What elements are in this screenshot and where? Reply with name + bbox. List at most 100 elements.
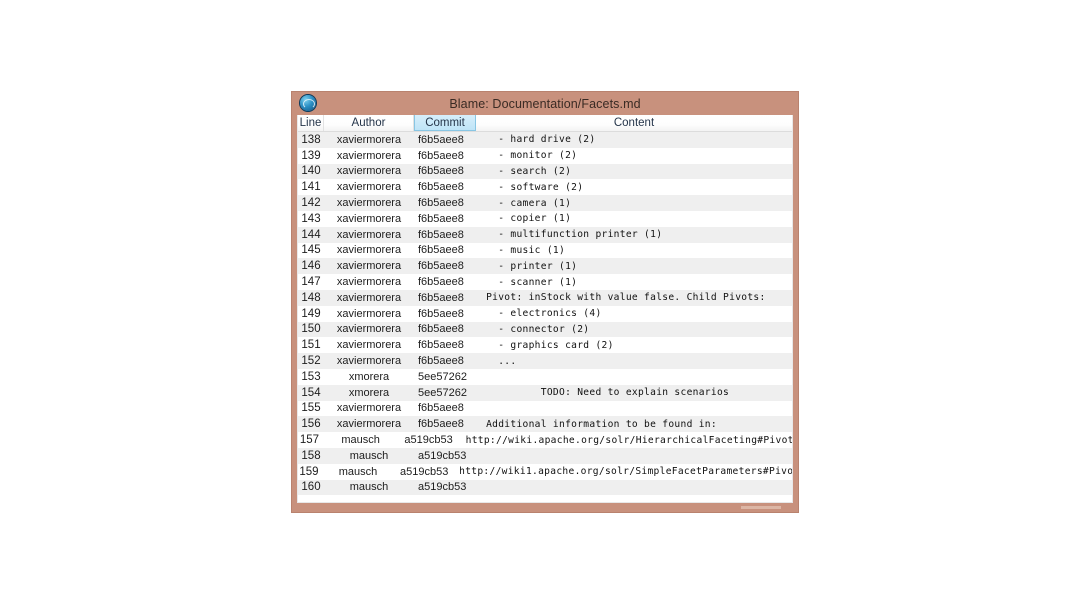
cell-commit: f6b5aee8: [414, 290, 476, 306]
table-row[interactable]: 160mauscha519cb53: [298, 480, 792, 496]
resize-grip[interactable]: [741, 506, 781, 509]
blame-table-container: Line Author Commit Content 138xaviermore…: [297, 115, 793, 503]
table-row[interactable]: 146xaviermoreraf6b5aee8 - printer (1): [298, 258, 792, 274]
column-header-line[interactable]: Line: [298, 115, 324, 131]
cell-commit: a519cb53: [414, 480, 476, 496]
cell-line: 160: [298, 480, 324, 496]
table-row[interactable]: 143xaviermoreraf6b5aee8 - copier (1): [298, 211, 792, 227]
cell-line: 151: [298, 337, 324, 353]
table-row[interactable]: 157mauscha519cb53 http://wiki.apache.org…: [298, 432, 792, 448]
table-row[interactable]: 154xmorera5ee57262 TODO: Need to explain…: [298, 385, 792, 401]
cell-content: - software (2): [476, 179, 792, 195]
table-row[interactable]: 139xaviermoreraf6b5aee8 - monitor (2): [298, 148, 792, 164]
cell-content: - scanner (1): [476, 274, 792, 290]
table-row[interactable]: 141xaviermoreraf6b5aee8 - software (2): [298, 179, 792, 195]
cell-line: 150: [298, 322, 324, 338]
screen-canvas: Blame: Documentation/Facets.md Line Auth…: [0, 0, 1068, 600]
cell-content: - monitor (2): [476, 148, 792, 164]
cell-content: [476, 448, 792, 464]
column-header-content[interactable]: Content: [476, 115, 792, 131]
table-row[interactable]: 144xaviermoreraf6b5aee8 - multifunction …: [298, 227, 792, 243]
cell-author: mausch: [324, 480, 414, 496]
cell-line: 146: [298, 258, 324, 274]
cell-line: 139: [298, 148, 324, 164]
cell-commit: f6b5aee8: [414, 243, 476, 259]
table-row[interactable]: 155xaviermoreraf6b5aee8: [298, 401, 792, 417]
table-row[interactable]: 140xaviermoreraf6b5aee8 - search (2): [298, 164, 792, 180]
cell-line: 154: [298, 385, 324, 401]
cell-commit: f6b5aee8: [414, 179, 476, 195]
cell-content: - connector (2): [476, 322, 792, 338]
cell-content: - graphics card (2): [476, 337, 792, 353]
cell-content: ...: [476, 353, 792, 369]
cell-author: xaviermorera: [324, 148, 414, 164]
cell-commit: f6b5aee8: [414, 164, 476, 180]
table-row[interactable]: 149xaviermoreraf6b5aee8 - electronics (4…: [298, 306, 792, 322]
cell-commit: f6b5aee8: [414, 148, 476, 164]
cell-line: 144: [298, 227, 324, 243]
cell-content: http://wiki.apache.org/solr/Hierarchical…: [456, 432, 792, 448]
cell-commit: f6b5aee8: [414, 211, 476, 227]
table-row[interactable]: 151xaviermoreraf6b5aee8 - graphics card …: [298, 337, 792, 353]
table-row[interactable]: 153xmorera5ee57262: [298, 369, 792, 385]
cell-commit: f6b5aee8: [414, 195, 476, 211]
cell-author: xaviermorera: [324, 227, 414, 243]
cell-content: [476, 401, 792, 417]
table-row[interactable]: 142xaviermoreraf6b5aee8 - camera (1): [298, 195, 792, 211]
cell-line: 143: [298, 211, 324, 227]
cell-content: Additional information to be found in:: [476, 416, 792, 432]
cell-author: xmorera: [324, 385, 414, 401]
cell-content: Pivot: inStock with value false. Child P…: [476, 290, 792, 306]
window-title: Blame: Documentation/Facets.md: [297, 97, 793, 111]
window-titlebar[interactable]: Blame: Documentation/Facets.md: [297, 92, 793, 115]
cell-content: [476, 480, 792, 496]
cell-line: 155: [298, 401, 324, 417]
cell-content: - multifunction printer (1): [476, 227, 792, 243]
column-header-author[interactable]: Author: [324, 115, 414, 131]
cell-commit: f6b5aee8: [414, 401, 476, 417]
cell-line: 141: [298, 179, 324, 195]
table-row[interactable]: 158mauscha519cb53: [298, 448, 792, 464]
cell-content: - search (2): [476, 164, 792, 180]
cell-author: xaviermorera: [324, 353, 414, 369]
cell-author: xaviermorera: [324, 195, 414, 211]
table-body: 138xaviermoreraf6b5aee8 - hard drive (2)…: [298, 132, 792, 495]
globe-icon: [300, 95, 316, 111]
cell-author: xaviermorera: [324, 179, 414, 195]
cell-line: 157: [298, 432, 321, 448]
cell-line: 158: [298, 448, 324, 464]
cell-author: xaviermorera: [324, 290, 414, 306]
cell-commit: 5ee57262: [414, 385, 476, 401]
table-row[interactable]: 159mauscha519cb53 http://wiki1.apache.or…: [298, 464, 792, 480]
table-row[interactable]: 148xaviermoreraf6b5aee8 Pivot: inStock w…: [298, 290, 792, 306]
cell-content: [476, 369, 792, 385]
cell-content: - hard drive (2): [476, 132, 792, 148]
cell-line: 140: [298, 164, 324, 180]
cell-line: 147: [298, 274, 324, 290]
table-row[interactable]: 156xaviermoreraf6b5aee8 Additional infor…: [298, 416, 792, 432]
cell-author: xaviermorera: [324, 258, 414, 274]
table-row[interactable]: 147xaviermoreraf6b5aee8 - scanner (1): [298, 274, 792, 290]
cell-author: xaviermorera: [324, 132, 414, 148]
cell-line: 159: [298, 464, 320, 480]
table-row[interactable]: 138xaviermoreraf6b5aee8 - hard drive (2): [298, 132, 792, 148]
cell-content: http://wiki1.apache.org/solr/SimpleFacet…: [449, 464, 792, 480]
column-header-commit[interactable]: Commit: [414, 115, 476, 131]
cell-commit: f6b5aee8: [414, 227, 476, 243]
blame-window: Blame: Documentation/Facets.md Line Auth…: [292, 92, 798, 512]
cell-content: - copier (1): [476, 211, 792, 227]
cell-author: xaviermorera: [324, 401, 414, 417]
cell-author: xaviermorera: [324, 337, 414, 353]
cell-author: xaviermorera: [324, 416, 414, 432]
cell-line: 145: [298, 243, 324, 259]
cell-line: 149: [298, 306, 324, 322]
table-row[interactable]: 145xaviermoreraf6b5aee8 - music (1): [298, 243, 792, 259]
table-row[interactable]: 150xaviermoreraf6b5aee8 - connector (2): [298, 322, 792, 338]
table-row[interactable]: 152xaviermoreraf6b5aee8 ...: [298, 353, 792, 369]
cell-content: TODO: Need to explain scenarios: [476, 385, 792, 401]
cell-author: xaviermorera: [324, 211, 414, 227]
cell-author: mausch: [321, 432, 400, 448]
cell-line: 153: [298, 369, 324, 385]
cell-author: mausch: [320, 464, 396, 480]
cell-author: mausch: [324, 448, 414, 464]
